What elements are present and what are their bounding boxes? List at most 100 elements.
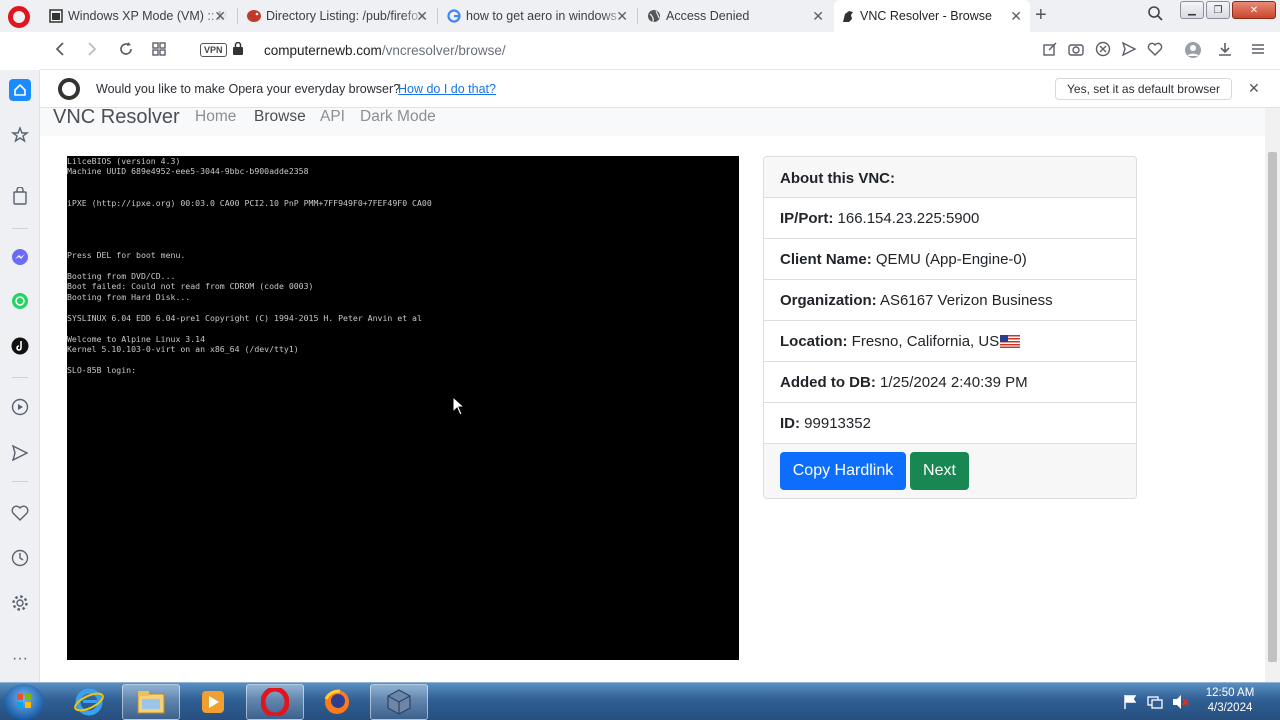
edit-icon[interactable]: [1042, 41, 1058, 61]
network-icon[interactable]: [1147, 694, 1163, 710]
back-icon[interactable]: [54, 41, 66, 62]
adblock-icon[interactable]: [1095, 41, 1111, 61]
send-icon[interactable]: [1121, 41, 1137, 61]
tab-windows-xp-mode[interactable]: Windows XP Mode (VM) :: M ✕: [42, 0, 234, 32]
firefox-icon[interactable]: [308, 684, 366, 720]
info-row-id: ID: 99913352: [764, 403, 1136, 444]
opera-taskbar-icon[interactable]: [246, 684, 304, 720]
player-icon[interactable]: [9, 396, 31, 418]
clock-time: 12:50 AM: [1205, 687, 1255, 699]
shopping-icon[interactable]: [9, 185, 31, 207]
media-player-icon[interactable]: [184, 684, 242, 720]
messenger-icon[interactable]: [9, 246, 31, 268]
close-icon[interactable]: ✕: [1010, 8, 1022, 25]
next-button[interactable]: Next: [910, 452, 969, 490]
terminal-line: Booting from Hard Disk...: [67, 291, 191, 302]
row-value: 1/25/2024 2:40:39 PM: [880, 374, 1028, 391]
camera-icon[interactable]: [1068, 41, 1084, 61]
opera-logo-icon: [58, 78, 80, 100]
lock-icon[interactable]: [233, 41, 243, 55]
settings-icon[interactable]: [9, 592, 31, 614]
address-bar: VPN computernewb.com/vncresolver/browse/: [40, 32, 1280, 70]
reload-icon[interactable]: [118, 41, 134, 62]
nav-api[interactable]: API: [320, 108, 345, 126]
close-icon[interactable]: ✕: [416, 8, 428, 25]
search-tabs-icon[interactable]: [1148, 6, 1163, 24]
row-value: AS6167 Verizon Business: [880, 292, 1053, 309]
row-label: Added to DB:: [780, 374, 876, 391]
home-icon[interactable]: [9, 79, 31, 101]
tab-title: Directory Listing: /pub/firefox: [266, 9, 425, 23]
card-footer: Copy Hardlink Next: [764, 444, 1136, 498]
nav-browse[interactable]: Browse: [254, 108, 306, 126]
tab-vnc-resolver[interactable]: VNC Resolver - Browse ✕: [834, 0, 1030, 32]
taskbar: 12:50 AM 4/3/2024: [0, 682, 1280, 720]
terminal-line: SLO-85B login:: [67, 365, 137, 376]
tabs-grid-icon[interactable]: [151, 41, 167, 62]
more-icon[interactable]: ···: [9, 648, 31, 670]
volume-muted-icon[interactable]: [1172, 694, 1189, 710]
forward-icon[interactable]: [86, 41, 98, 62]
url-field[interactable]: computernewb.com/vncresolver/browse/: [264, 43, 506, 58]
close-icon[interactable]: ✕: [616, 8, 628, 25]
site-brand[interactable]: VNC Resolver: [53, 108, 180, 129]
nav-home[interactable]: Home: [195, 108, 236, 126]
action-center-flag-icon[interactable]: [1123, 694, 1139, 710]
explorer-icon[interactable]: [122, 684, 180, 720]
scrollbar-thumb[interactable]: [1268, 152, 1277, 662]
heart-icon[interactable]: [9, 502, 31, 524]
set-default-button[interactable]: Yes, set it as default browser: [1055, 78, 1232, 100]
us-flag-icon: [1000, 335, 1021, 348]
row-label: IP/Port:: [780, 210, 834, 227]
info-row-client: Client Name: QEMU (App-Engine-0): [764, 239, 1136, 280]
tiktok-icon[interactable]: [9, 335, 31, 357]
info-row-organization: Organization: AS6167 Verizon Business: [764, 280, 1136, 321]
opera-menu-icon[interactable]: [8, 6, 30, 28]
history-icon[interactable]: [9, 547, 31, 569]
profile-icon[interactable]: [1184, 41, 1202, 63]
tab-directory-listing[interactable]: Directory Listing: /pub/firefox ✕: [240, 0, 436, 32]
close-window-button[interactable]: ✕: [1232, 1, 1276, 19]
minimize-button[interactable]: ▁: [1180, 1, 1204, 19]
virtualbox-icon[interactable]: [370, 684, 428, 720]
copy-hardlink-button[interactable]: Copy Hardlink: [780, 452, 906, 490]
info-row-added: Added to DB: 1/25/2024 2:40:39 PM: [764, 362, 1136, 403]
tab-title: VNC Resolver - Browse: [860, 9, 992, 23]
new-tab-icon[interactable]: +: [1035, 4, 1047, 27]
tab-access-denied[interactable]: Access Denied ✕: [640, 0, 832, 32]
restore-button[interactable]: ❐: [1206, 1, 1230, 19]
nav-dark-mode[interactable]: Dark Mode: [360, 108, 436, 126]
tab-title: how to get aero in windows: [466, 9, 617, 23]
how-do-i-link[interactable]: How do I do that?: [398, 82, 496, 96]
row-value: 99913352: [804, 415, 871, 432]
internet-explorer-icon[interactable]: [60, 684, 118, 720]
send-icon[interactable]: [9, 442, 31, 464]
terminal-line: Press DEL for boot menu.: [67, 250, 186, 261]
dino-icon: [840, 8, 856, 24]
info-row-location: Location: Fresno, California, US: [764, 321, 1136, 362]
terminal-line: Machine UUID 689e4952-eee5-3044-9bbc-b90…: [67, 166, 309, 177]
google-icon: [446, 8, 462, 24]
tab-aero-search[interactable]: how to get aero in windows ✕: [440, 0, 636, 32]
terminal-line: SYSLINUX 6.04 EDD 6.04-pre1 Copyright (C…: [67, 312, 422, 323]
whatsapp-icon[interactable]: [9, 290, 31, 312]
clock-date: 4/3/2024: [1207, 702, 1253, 714]
vertical-scrollbar[interactable]: [1265, 108, 1280, 682]
download-icon[interactable]: [1217, 41, 1233, 61]
tab-bar: Windows XP Mode (VM) :: M ✕ Directory Li…: [0, 0, 1280, 32]
star-icon[interactable]: [9, 124, 31, 146]
terminal-line: Welcome to Alpine Linux 3.14: [67, 333, 206, 344]
close-icon[interactable]: ✕: [214, 8, 226, 25]
window-icon: [48, 8, 64, 24]
close-icon[interactable]: ✕: [1248, 80, 1260, 97]
globe-icon: [646, 8, 662, 24]
menu-icon[interactable]: [1250, 41, 1266, 61]
start-button[interactable]: [4, 684, 44, 720]
close-icon[interactable]: ✕: [812, 8, 824, 25]
system-clock[interactable]: 12:50 AM 4/3/2024: [1200, 686, 1260, 716]
row-value: Fresno, California, US: [851, 333, 1000, 350]
heart-icon[interactable]: [1147, 41, 1163, 61]
vpn-badge[interactable]: VPN: [200, 43, 227, 57]
